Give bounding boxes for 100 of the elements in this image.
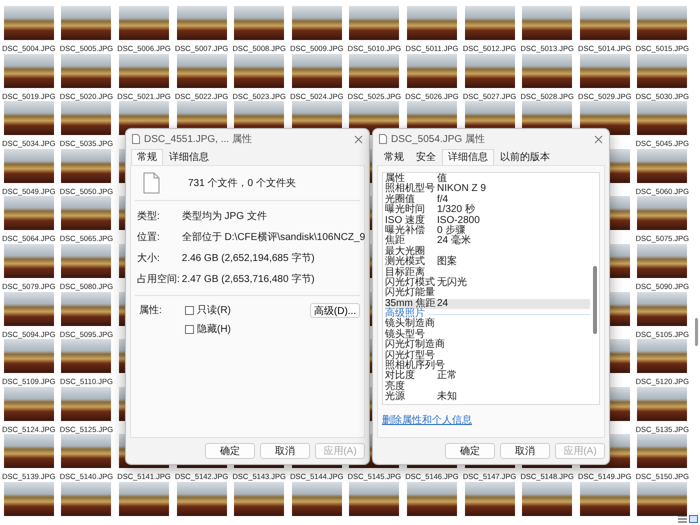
photo-placeholder[interactable] <box>637 292 688 326</box>
photo-placeholder[interactable] <box>176 54 227 88</box>
photo-placeholder[interactable] <box>61 54 112 88</box>
photo-placeholder[interactable] <box>61 196 112 230</box>
tab[interactable]: 以前的版本 <box>494 149 556 165</box>
photo-placeholder[interactable] <box>176 482 227 516</box>
photo-placeholder[interactable] <box>4 386 54 421</box>
photo-placeholder[interactable] <box>406 6 457 40</box>
photo-placeholder[interactable] <box>61 148 112 183</box>
photo-placeholder[interactable] <box>61 292 112 326</box>
photo-placeholder[interactable] <box>61 6 112 40</box>
photo-placeholder[interactable] <box>61 339 112 374</box>
remove-properties-link[interactable]: 删除属性和个人信息 <box>382 412 472 427</box>
photo-placeholder[interactable] <box>234 54 284 88</box>
property-value: 24 毫米 <box>437 236 472 247</box>
photo-placeholder[interactable] <box>637 386 688 421</box>
dialog-button[interactable]: 确定 <box>205 443 255 459</box>
photo-placeholder[interactable] <box>637 434 688 468</box>
property-name: ISO 速度 <box>385 216 426 226</box>
photo-placeholder[interactable] <box>292 6 342 40</box>
photo-placeholder[interactable] <box>4 148 54 183</box>
photo-placeholder[interactable] <box>4 482 54 516</box>
photo-placeholder[interactable] <box>637 482 688 516</box>
scrollbar-thumb[interactable] <box>593 266 597 334</box>
photo-placeholder[interactable] <box>464 54 515 88</box>
property-name: 曝光补偿 <box>385 226 426 236</box>
checkbox-box[interactable] <box>185 306 194 314</box>
file-icon <box>379 134 387 144</box>
property-name: 闪光灯制造商 <box>385 340 446 350</box>
tab[interactable]: 常规 <box>131 149 163 165</box>
photo-placeholder[interactable] <box>580 6 630 40</box>
tab[interactable]: 详细信息 <box>163 149 215 165</box>
checkbox[interactable]: 隐藏(H) <box>185 322 310 336</box>
photo-placeholder[interactable] <box>118 482 169 516</box>
thumbnail-view-icon[interactable] <box>689 515 698 523</box>
photo-placeholder[interactable] <box>522 54 572 88</box>
photo-placeholder[interactable] <box>464 482 515 516</box>
property-name: 曝光时间 <box>385 205 426 216</box>
file-icon <box>132 134 140 144</box>
dialog-button[interactable]: 确定 <box>445 443 495 459</box>
close-icon[interactable] <box>594 134 603 144</box>
photo-placeholder[interactable] <box>522 482 572 516</box>
photo-placeholder[interactable] <box>349 54 400 88</box>
photo-placeholder[interactable] <box>292 482 342 516</box>
scrollbar-thumb[interactable] <box>695 318 698 346</box>
photo-placeholder[interactable] <box>176 6 227 40</box>
photo-placeholder[interactable] <box>61 101 112 136</box>
photo-placeholder[interactable] <box>234 6 284 40</box>
dialog-button[interactable]: 取消 <box>500 443 550 459</box>
photo-placeholder[interactable] <box>464 6 515 40</box>
photo-placeholder[interactable] <box>637 196 688 230</box>
tab[interactable]: 安全 <box>410 149 442 165</box>
photo-placeholder[interactable] <box>522 6 572 40</box>
photo-placeholder[interactable] <box>234 482 284 516</box>
advanced-button[interactable]: 高级(D)... <box>310 303 360 318</box>
photo-placeholder[interactable] <box>4 339 54 374</box>
photo-placeholder[interactable] <box>4 434 54 468</box>
photo-placeholder[interactable] <box>406 482 457 516</box>
photo-placeholder[interactable] <box>4 196 54 230</box>
window-title: DSC_5054.JPG 属性 <box>391 132 486 146</box>
photo-placeholder[interactable] <box>637 6 688 40</box>
photo-placeholder[interactable] <box>61 434 112 468</box>
field-value: 2.47 GB (2,653,716,480 字节) <box>182 272 316 286</box>
property-value: 未知 <box>437 392 458 403</box>
photo-placeholder[interactable] <box>637 339 688 374</box>
field-value: 类型均为 JPG 文件 <box>182 210 268 223</box>
photo-placeholder[interactable] <box>292 54 342 88</box>
photo-placeholder[interactable] <box>61 244 112 278</box>
photo-placeholder[interactable] <box>4 292 54 326</box>
list-view-icon[interactable] <box>678 515 687 523</box>
photo-placeholder[interactable] <box>349 482 400 516</box>
photo-placeholder[interactable] <box>4 101 54 136</box>
photo-placeholder[interactable] <box>580 482 630 516</box>
window-title: DSC_4551.JPG, ... 属性 <box>144 132 253 146</box>
photo-placeholder[interactable] <box>61 386 112 421</box>
field-label: 属性: <box>139 304 163 317</box>
photo-placeholder[interactable] <box>349 6 400 40</box>
photo-placeholder[interactable] <box>61 482 112 516</box>
property-value: 0 步骤 <box>437 226 466 236</box>
column-header: 值 <box>437 174 448 184</box>
photo-placeholder[interactable] <box>637 101 688 136</box>
tab[interactable]: 常规 <box>378 149 410 165</box>
photo-placeholder[interactable] <box>4 244 54 278</box>
photo-placeholder[interactable] <box>637 148 688 183</box>
photo-placeholder[interactable] <box>637 54 688 88</box>
checkbox[interactable]: 只读(R) <box>185 303 310 317</box>
photo-placeholder[interactable] <box>4 6 54 40</box>
photo-placeholder[interactable] <box>118 6 169 40</box>
photo-placeholder[interactable] <box>637 244 688 278</box>
photo-placeholder[interactable] <box>580 54 630 88</box>
tab[interactable]: 详细信息 <box>442 149 494 165</box>
checkbox-box[interactable] <box>185 324 194 334</box>
property-value: 24 <box>437 298 450 310</box>
close-icon[interactable] <box>354 134 363 144</box>
file-icon <box>143 172 160 194</box>
dialog-button[interactable]: 取消 <box>260 443 310 459</box>
photo-placeholder[interactable] <box>4 54 54 88</box>
photo-placeholder[interactable] <box>118 54 169 88</box>
property-name: 光圈值 <box>385 194 415 205</box>
photo-placeholder[interactable] <box>406 54 457 88</box>
